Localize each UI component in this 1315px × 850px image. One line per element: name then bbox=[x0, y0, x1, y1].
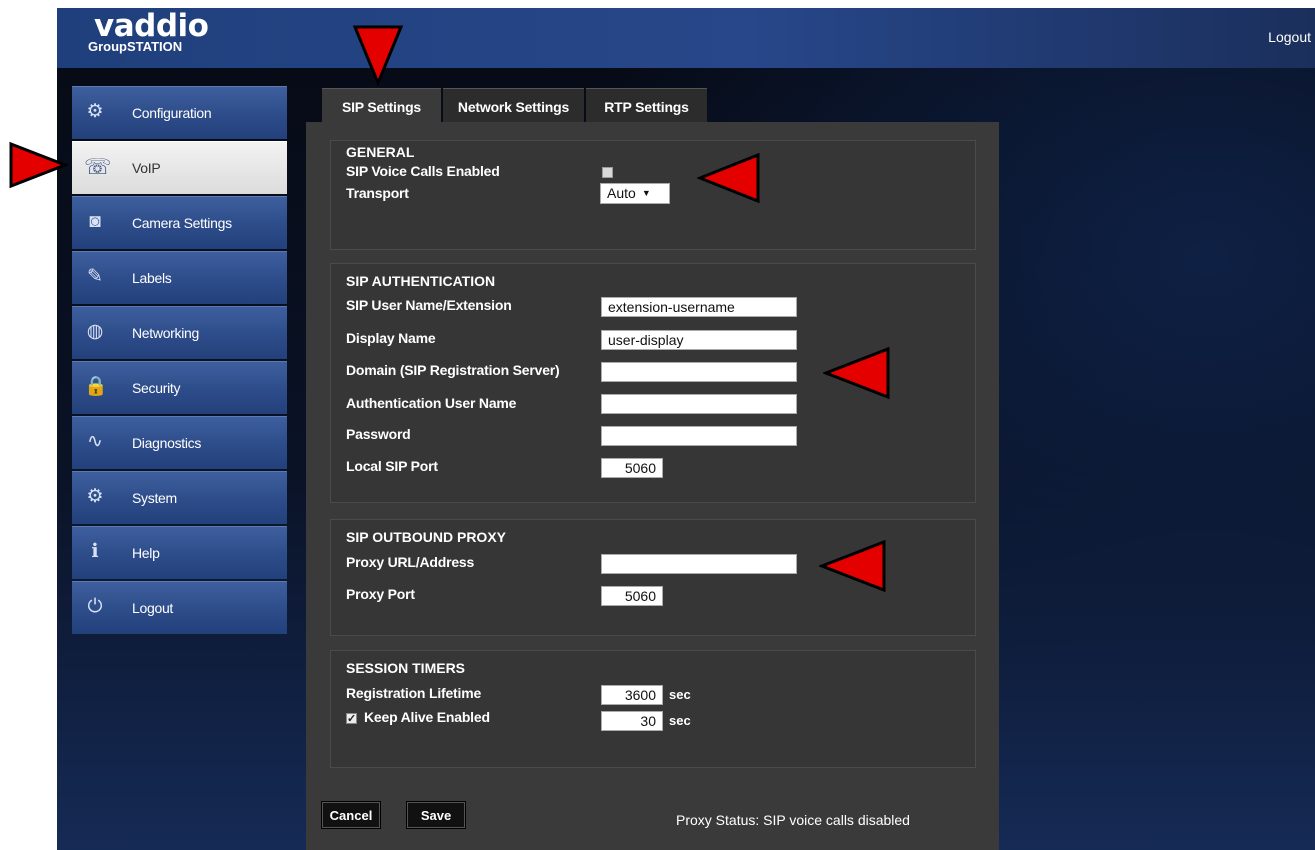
proxy-url-input[interactable] bbox=[601, 554, 797, 574]
pointer-arrow-sip-tab-icon bbox=[352, 25, 404, 86]
sidebar-item-label: Networking bbox=[132, 325, 200, 341]
keep-alive-checkbox[interactable]: ✓ bbox=[346, 713, 357, 725]
sidebar-item-configuration[interactable]: ⚙ Configuration bbox=[72, 86, 287, 139]
local-sip-port-input[interactable] bbox=[601, 458, 663, 478]
gear-icon: ⚙ bbox=[86, 101, 104, 122]
password-label: Password bbox=[346, 426, 411, 442]
sidebar-item-networking[interactable]: ◍ Networking bbox=[72, 306, 287, 359]
globe-icon: ◍ bbox=[86, 321, 104, 342]
pointer-arrow-auth-icon bbox=[823, 346, 890, 400]
keep-alive-label: Keep Alive Enabled bbox=[364, 709, 490, 725]
sip-voice-calls-label: SIP Voice Calls Enabled bbox=[346, 163, 500, 179]
proxy-url-label: Proxy URL/Address bbox=[346, 554, 475, 570]
power-icon: ⏻ bbox=[87, 596, 103, 617]
sidebar-item-system[interactable]: ⚙ System bbox=[72, 471, 287, 524]
sidebar-item-label: Configuration bbox=[132, 105, 212, 121]
tab-rtp-settings[interactable]: RTP Settings bbox=[586, 88, 707, 123]
sidebar-item-help[interactable]: ℹ Help bbox=[72, 526, 287, 579]
system-gear-icon: ⚙ bbox=[86, 486, 104, 507]
general-title: GENERAL bbox=[346, 144, 415, 160]
sip-user-name-label: SIP User Name/Extension bbox=[346, 297, 512, 313]
lock-icon: 🔒 bbox=[84, 376, 108, 397]
save-button[interactable]: Save bbox=[406, 801, 466, 829]
domain-input[interactable] bbox=[601, 362, 797, 382]
general-section: GENERAL SIP Voice Calls Enabled Transpor… bbox=[330, 140, 976, 250]
sidebar-item-logout[interactable]: ⏻ Logout bbox=[72, 581, 287, 634]
sidebar-nav: ⚙ Configuration ☏ VoIP ◙ Camera Settings ✎ Labe… bbox=[72, 86, 287, 636]
sip-voice-calls-checkbox[interactable] bbox=[602, 167, 613, 178]
sidebar-item-label: Diagnostics bbox=[132, 435, 202, 451]
sidebar-item-label: Logout bbox=[132, 600, 174, 616]
top-logout-link[interactable]: Logout bbox=[1268, 29, 1311, 45]
product-name: GroupSTATION bbox=[88, 39, 183, 54]
keep-alive-unit: sec bbox=[669, 713, 691, 728]
proxy-port-label: Proxy Port bbox=[346, 586, 415, 602]
sidebar-item-voip[interactable]: ☏ VoIP bbox=[72, 141, 287, 194]
sidebar-item-labels[interactable]: ✎ Labels bbox=[72, 251, 287, 304]
pointer-arrow-voice-enabled-icon bbox=[697, 152, 760, 204]
registration-lifetime-unit: sec bbox=[669, 687, 691, 702]
sidebar-item-label: System bbox=[132, 490, 177, 506]
sip-outbound-proxy-title: SIP OUTBOUND PROXY bbox=[346, 529, 506, 545]
sidebar-item-diagnostics[interactable]: ∿ Diagnostics bbox=[72, 416, 287, 469]
sip-user-name-input[interactable] bbox=[601, 297, 797, 317]
sip-authentication-title: SIP AUTHENTICATION bbox=[346, 273, 496, 289]
auth-user-name-input[interactable] bbox=[601, 394, 797, 414]
sidebar-item-security[interactable]: 🔒 Security bbox=[72, 361, 287, 414]
auth-user-name-label: Authentication User Name bbox=[346, 395, 517, 411]
proxy-status-text: Proxy Status: SIP voice calls disabled bbox=[676, 812, 910, 828]
domain-label: Domain (SIP Registration Server) bbox=[346, 362, 560, 378]
pen-icon: ✎ bbox=[87, 266, 103, 287]
chevron-down-icon: ▼ bbox=[641, 188, 651, 198]
cancel-button[interactable]: Cancel bbox=[321, 801, 381, 829]
transport-value: Auto bbox=[607, 185, 636, 201]
registration-lifetime-label: Registration Lifetime bbox=[346, 685, 482, 701]
registration-lifetime-input[interactable] bbox=[601, 685, 663, 705]
camera-icon: ◙ bbox=[89, 211, 101, 232]
sidebar-item-label: Labels bbox=[132, 270, 172, 286]
proxy-port-input[interactable] bbox=[601, 586, 663, 606]
sip-settings-panel: GENERAL SIP Voice Calls Enabled Transpor… bbox=[306, 122, 999, 850]
sidebar-item-label: VoIP bbox=[132, 160, 161, 176]
display-name-label: Display Name bbox=[346, 330, 436, 346]
top-bar: vaddio GroupSTATION Logout bbox=[57, 8, 1315, 68]
info-icon: ℹ bbox=[91, 541, 99, 562]
session-timers-title: SESSION TIMERS bbox=[346, 660, 466, 676]
password-input[interactable] bbox=[601, 426, 797, 446]
tab-sip-settings[interactable]: SIP Settings bbox=[322, 88, 441, 123]
transport-label: Transport bbox=[346, 185, 409, 201]
session-timers-section: SESSION TIMERS Registration Lifetime sec… bbox=[330, 650, 976, 768]
sidebar-item-label: Security bbox=[132, 380, 181, 396]
sidebar-item-label: Help bbox=[132, 545, 160, 561]
sidebar-item-label: Camera Settings bbox=[132, 215, 232, 231]
tab-network-settings[interactable]: Network Settings bbox=[443, 88, 584, 123]
keep-alive-input[interactable] bbox=[601, 711, 663, 731]
transport-select[interactable]: Auto ▼ bbox=[600, 183, 670, 204]
pointer-arrow-proxy-icon bbox=[819, 539, 886, 593]
local-sip-port-label: Local SIP Port bbox=[346, 458, 438, 474]
display-name-input[interactable] bbox=[601, 330, 797, 350]
pointer-arrow-voip-icon bbox=[9, 141, 68, 189]
phone-icon: ☏ bbox=[84, 154, 112, 179]
app-window: vaddio GroupSTATION Logout ⚙ Configuratio… bbox=[57, 8, 1315, 850]
diagnostics-icon: ∿ bbox=[87, 431, 103, 452]
sidebar-item-camera-settings[interactable]: ◙ Camera Settings bbox=[72, 196, 287, 249]
